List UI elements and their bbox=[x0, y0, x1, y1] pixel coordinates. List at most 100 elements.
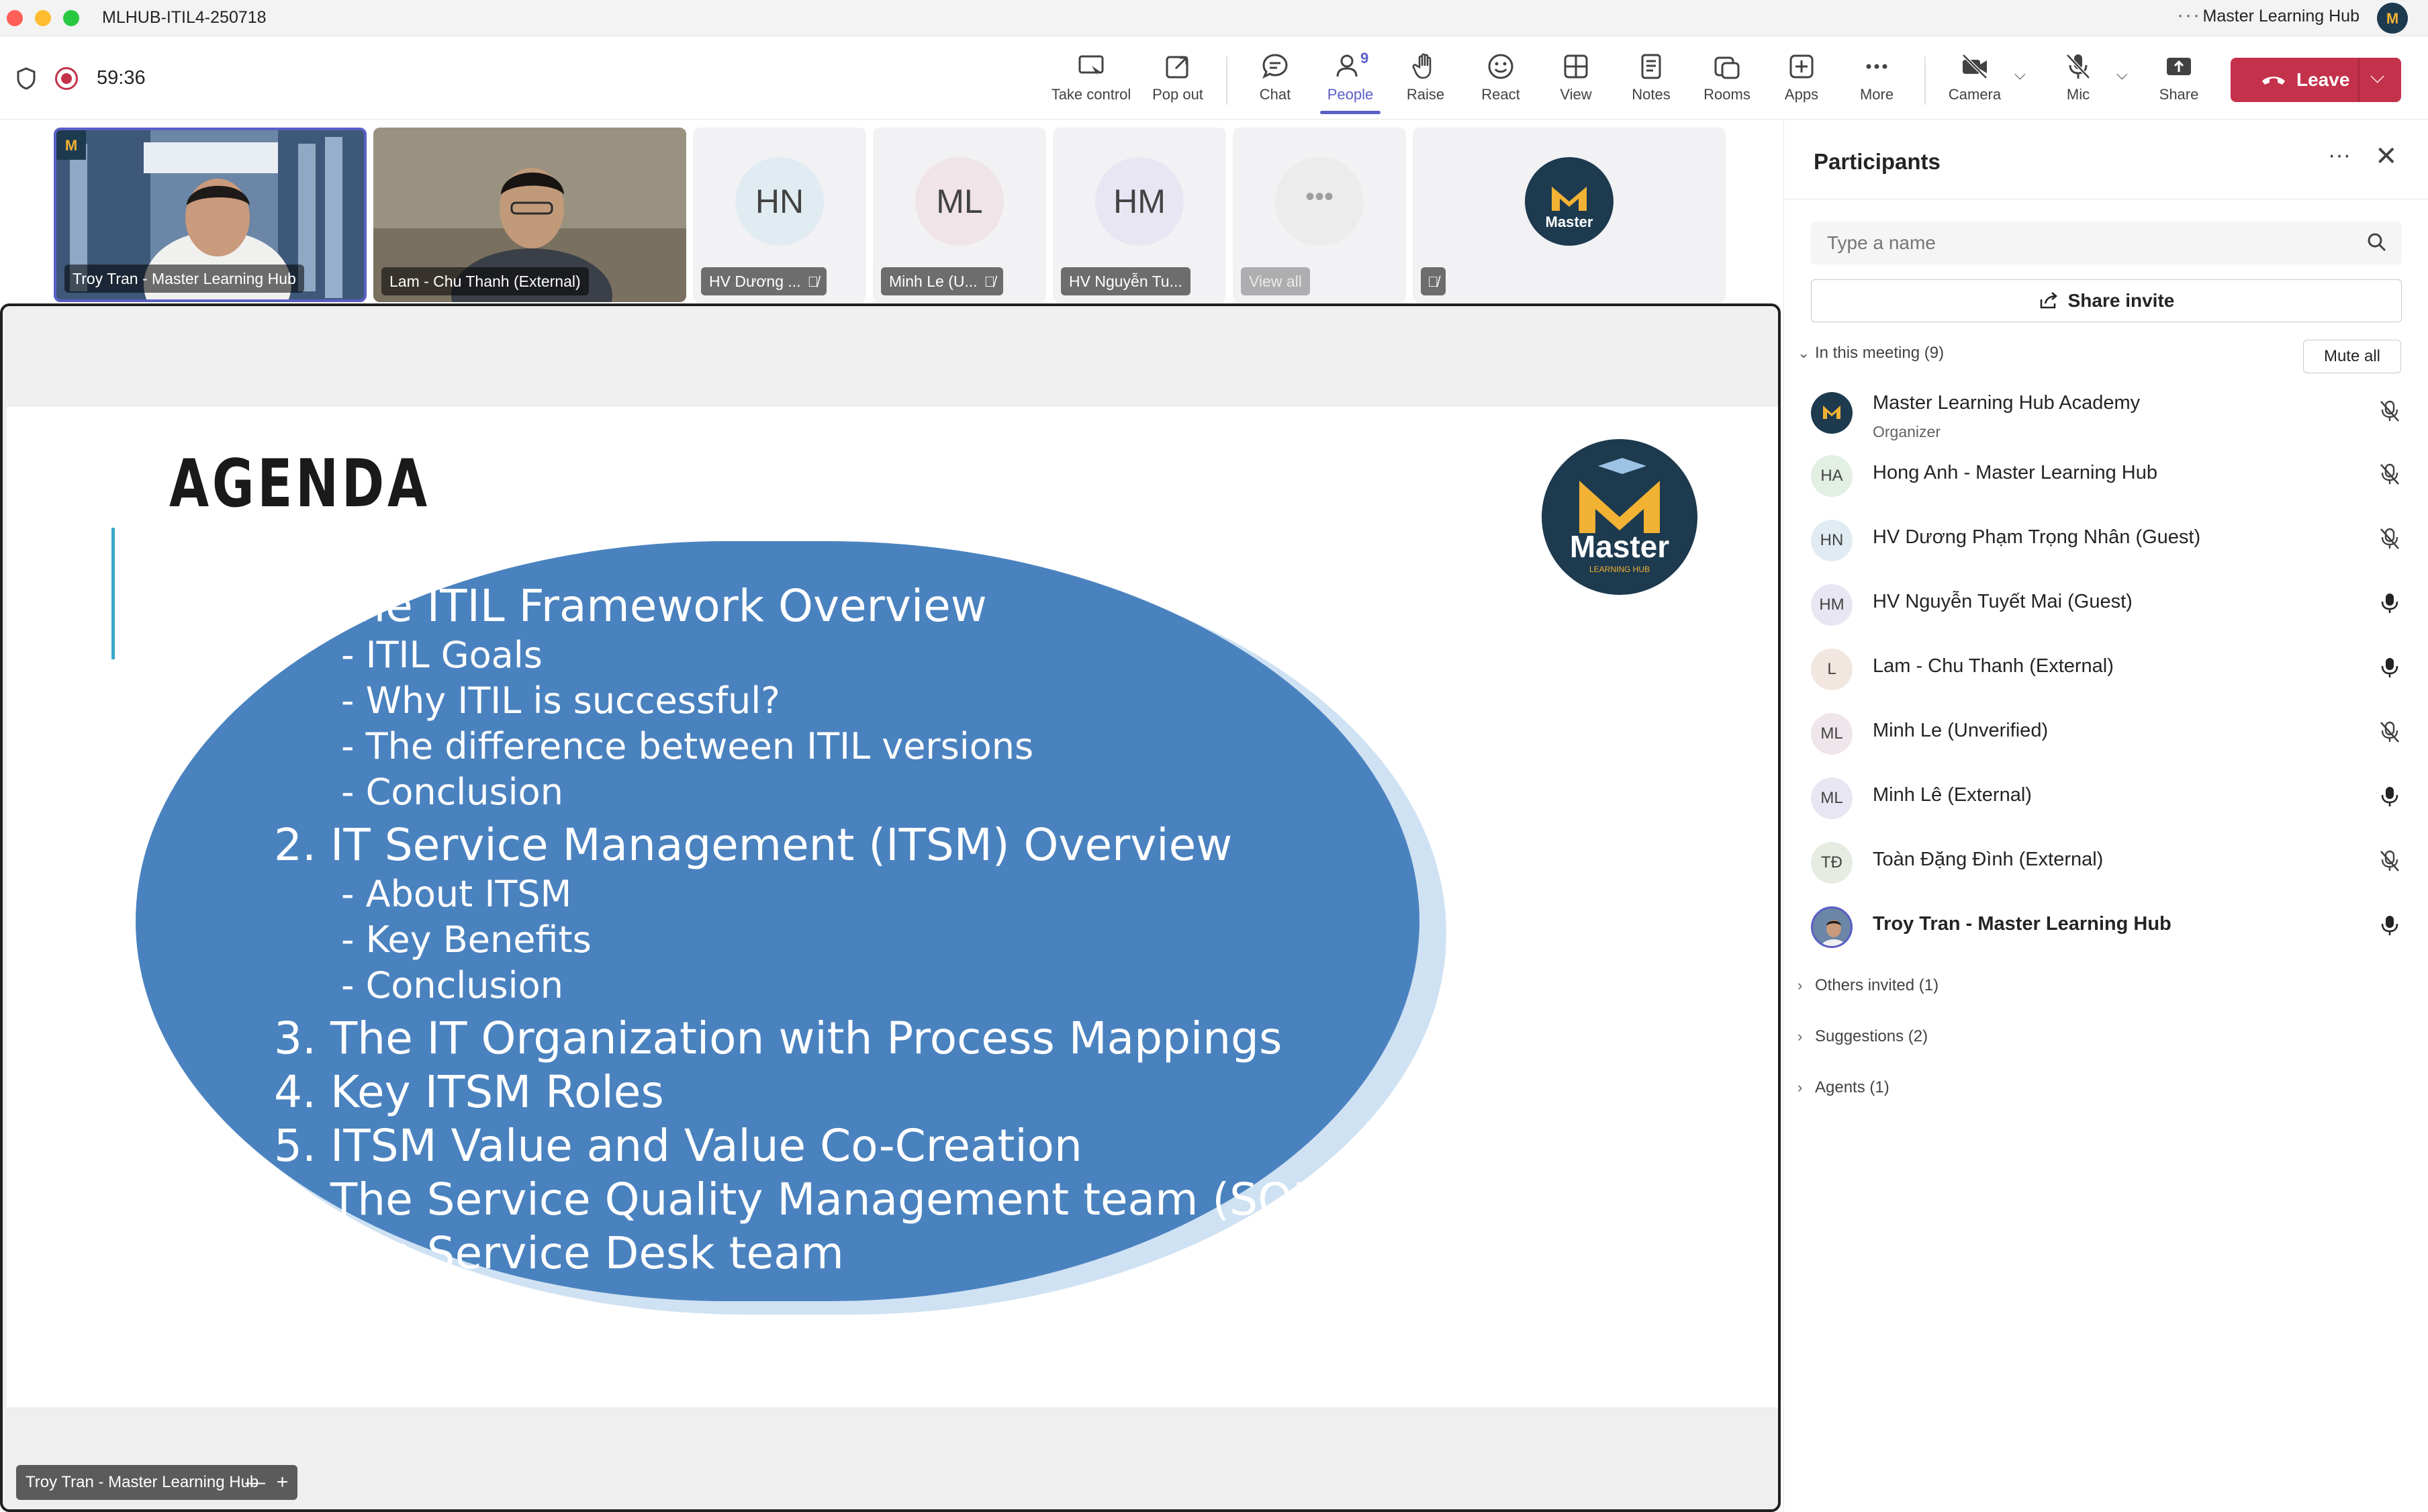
participant-row[interactable]: ML Minh Lê (External) bbox=[1811, 769, 2402, 823]
participant-role: Organizer bbox=[1873, 423, 1941, 440]
participant-row[interactable]: L Lam - Chu Thanh (External) bbox=[1811, 641, 2402, 694]
recording-icon bbox=[55, 67, 78, 90]
leave-options-chevron-icon[interactable]: ⌵ bbox=[2370, 66, 2384, 88]
minimize-window-button[interactable] bbox=[35, 10, 51, 26]
chat-label: Chat bbox=[1259, 86, 1291, 103]
account-name: Master Learning Hub bbox=[2202, 7, 2360, 26]
notes-button[interactable]: Notes bbox=[1626, 51, 1676, 113]
organizer-logo-avatar: Master bbox=[1525, 157, 1614, 246]
react-button[interactable]: React bbox=[1476, 51, 1526, 113]
view-all-tile[interactable]: ••• View all bbox=[1233, 128, 1406, 302]
svg-text:M: M bbox=[65, 137, 77, 154]
pop-out-label: Pop out bbox=[1152, 86, 1203, 103]
mic-muted-icon[interactable] bbox=[2378, 849, 2402, 873]
chevron-down-icon: ⌄ bbox=[1797, 344, 1810, 361]
shared-screen: AGENDA Master LEARNING HUB 1. The ITIL F… bbox=[0, 303, 1781, 1512]
camera-label: Camera bbox=[1948, 86, 2002, 103]
others-invited-toggle[interactable]: › Others invited (1) bbox=[1797, 976, 1939, 995]
panel-more-options-icon[interactable]: ··· bbox=[2328, 142, 2351, 169]
participant-row[interactable]: HM HV Nguyễn Tuyết Mai (Guest) bbox=[1811, 576, 2402, 630]
participant-row[interactable]: Master Learning Hub Academy Organizer bbox=[1811, 384, 2402, 440]
video-tile-presenter[interactable]: M Troy Tran - Master Learning Hub bbox=[54, 128, 367, 302]
more-button[interactable]: More bbox=[1853, 51, 1900, 113]
in-meeting-section-toggle[interactable]: ⌄ In this meeting (9) bbox=[1797, 344, 1944, 363]
more-options-icon[interactable]: ··· bbox=[2177, 4, 2201, 27]
agenda-section: 1. The ITIL Framework Overview bbox=[274, 580, 987, 632]
avatar-tile[interactable]: ML Minh Le (U... 🎙̸ bbox=[873, 128, 1046, 302]
mic-icon[interactable] bbox=[2378, 591, 2402, 615]
people-button[interactable]: 9 People bbox=[1320, 50, 1381, 114]
agenda-section: 3. The IT Organization with Process Mapp… bbox=[274, 1012, 1282, 1064]
camera-button[interactable]: Camera bbox=[1945, 51, 2005, 113]
leave-label: Leave bbox=[2296, 69, 2350, 90]
raise-hand-button[interactable]: Raise bbox=[1401, 51, 1450, 113]
avatar-tile[interactable]: HN HV Dương ... 🎙̸ bbox=[693, 128, 866, 302]
zoom-window-button[interactable] bbox=[63, 10, 79, 26]
share-invite-icon bbox=[2040, 292, 2057, 309]
chevron-right-icon: › bbox=[1797, 977, 1803, 994]
agents-toggle[interactable]: › Agents (1) bbox=[1797, 1078, 1889, 1097]
apps-button[interactable]: Apps bbox=[1778, 51, 1825, 113]
view-button[interactable]: View bbox=[1552, 51, 1599, 113]
notes-label: Notes bbox=[1632, 86, 1671, 103]
rooms-button[interactable]: Rooms bbox=[1700, 51, 1754, 113]
presenter-name: Troy Tran - Master Learning Hub bbox=[26, 1473, 259, 1491]
pop-out-button[interactable]: Pop out bbox=[1146, 51, 1210, 113]
share-invite-button[interactable]: Share invite bbox=[1811, 279, 2402, 322]
raise-label: Raise bbox=[1406, 86, 1445, 103]
zoom-in-button[interactable]: + bbox=[277, 1471, 289, 1493]
mic-muted-icon[interactable] bbox=[2378, 462, 2402, 486]
leave-button[interactable]: Leave ⌵ bbox=[2231, 58, 2401, 102]
organizer-tile[interactable]: Master 🎙̸ bbox=[1413, 128, 1726, 302]
zoom-out-button[interactable]: — bbox=[245, 1471, 265, 1493]
title-bar: MLHUB-ITIL4-250718 ··· Master Learning H… bbox=[0, 0, 2428, 36]
avatar: HN bbox=[1811, 520, 1853, 561]
participant-name: Toàn Đặng Đình (External) bbox=[1873, 849, 2104, 870]
participant-name-tag: Lam - Chu Thanh (External) bbox=[381, 267, 589, 295]
title-accent-line bbox=[111, 528, 115, 659]
mic-muted-icon[interactable] bbox=[2378, 399, 2402, 423]
account-avatar[interactable]: M bbox=[2377, 3, 2408, 34]
mic-icon[interactable] bbox=[2378, 784, 2402, 808]
avatar: L bbox=[1811, 649, 1853, 690]
participants-panel: Participants ··· ✕ Share invite ⌄ In this… bbox=[1783, 120, 2428, 1512]
suggestions-toggle[interactable]: › Suggestions (2) bbox=[1797, 1027, 1928, 1046]
take-control-button[interactable]: Take control bbox=[1047, 51, 1135, 113]
view-all-label[interactable]: View all bbox=[1241, 267, 1310, 295]
close-window-button[interactable] bbox=[7, 10, 23, 26]
avatar-tile[interactable]: HM HV Nguyễn Tu... bbox=[1053, 128, 1226, 302]
participant-search-input[interactable] bbox=[1827, 222, 2351, 265]
participant-name: Minh Le (Unverified) bbox=[1873, 720, 2049, 741]
video-tile-participant[interactable]: Lam - Chu Thanh (External) bbox=[373, 128, 686, 302]
video-strip: M Troy Tran - Master Learning Hub Lam - … bbox=[0, 120, 1783, 303]
mic-button[interactable]: Mic bbox=[2057, 51, 2099, 113]
chat-button[interactable]: Chat bbox=[1252, 51, 1299, 113]
mic-icon[interactable] bbox=[2378, 655, 2402, 679]
take-control-label: Take control bbox=[1051, 86, 1131, 103]
mic-icon[interactable] bbox=[2378, 913, 2402, 937]
svg-text:Master: Master bbox=[1546, 214, 1593, 230]
panel-close-icon[interactable]: ✕ bbox=[2375, 141, 2398, 172]
mic-options-chevron-icon[interactable]: ⌵ bbox=[2116, 66, 2128, 83]
mute-all-button[interactable]: Mute all bbox=[2303, 340, 2401, 373]
participant-row[interactable]: Troy Tran - Master Learning Hub bbox=[1811, 898, 2402, 952]
participant-row[interactable]: HA Hong Anh - Master Learning Hub bbox=[1811, 447, 2402, 501]
suggestions-label: Suggestions (2) bbox=[1815, 1027, 1928, 1045]
participant-row[interactable]: TĐ Toàn Đặng Đình (External) bbox=[1811, 834, 2402, 888]
mic-muted-icon[interactable] bbox=[2378, 720, 2402, 744]
leave-divider bbox=[2358, 58, 2360, 102]
agenda-section: 2. IT Service Management (ITSM) Overview bbox=[274, 819, 1233, 871]
chat-icon bbox=[1262, 54, 1288, 79]
avatar: ML bbox=[915, 157, 1004, 246]
shield-icon[interactable] bbox=[16, 67, 36, 90]
search-icon bbox=[2368, 233, 2386, 252]
participant-search-box[interactable] bbox=[1811, 222, 2402, 265]
avatar: TĐ bbox=[1811, 842, 1853, 884]
react-icon bbox=[1488, 54, 1513, 79]
participant-name: Troy Tran - Master Learning Hub bbox=[1873, 913, 2172, 935]
participant-row[interactable]: ML Minh Le (Unverified) bbox=[1811, 705, 2402, 759]
camera-options-chevron-icon[interactable]: ⌵ bbox=[2014, 66, 2026, 83]
share-button[interactable]: Share bbox=[2157, 51, 2201, 113]
mic-muted-icon[interactable] bbox=[2378, 526, 2402, 551]
participant-row[interactable]: HN HV Dương Phạm Trọng Nhân (Guest) bbox=[1811, 512, 2402, 565]
